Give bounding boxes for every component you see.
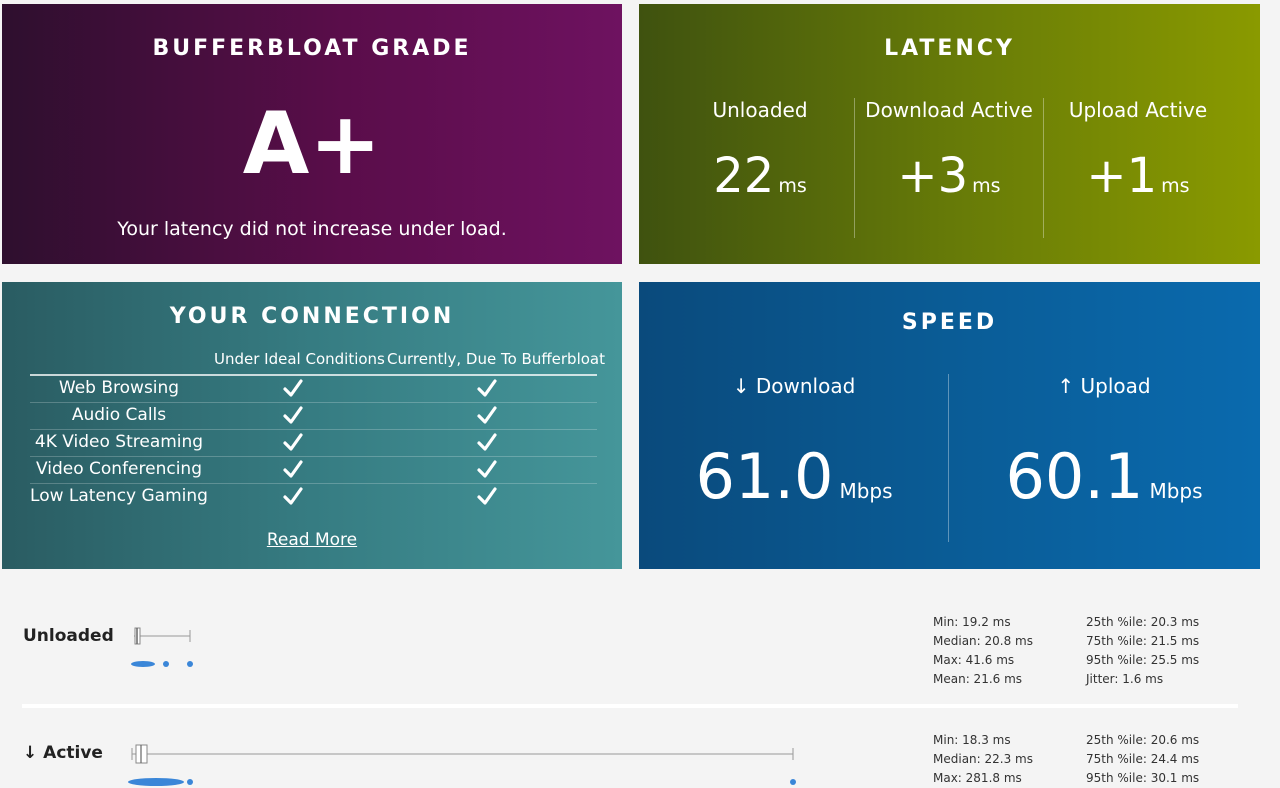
sample-dots	[128, 778, 184, 786]
latency-upload-value: +1	[1086, 148, 1158, 204]
check-icon-current	[477, 460, 497, 478]
download-label: ↓ Download	[732, 374, 856, 398]
unloaded-p95: 95th %ile: 25.5 ms	[1086, 653, 1200, 667]
connection-row: Audio Calls	[30, 403, 597, 430]
check-icon-ideal	[283, 379, 303, 397]
download-value: 61.0	[695, 440, 834, 513]
upload-unit: Mbps	[1149, 479, 1203, 503]
latency-unloaded-value: 22	[713, 148, 775, 204]
unloaded-jitter: Jitter: 1.6 ms	[1086, 672, 1164, 686]
sample-dot	[790, 779, 796, 785]
latency-unloaded-unit: ms	[778, 175, 807, 197]
connection-row-label: Web Browsing	[58, 378, 180, 398]
unloaded-boxplot	[131, 627, 193, 667]
active-down-p25: 25th %ile: 20.6 ms	[1086, 733, 1200, 747]
connection-row-label: 4K Video Streaming	[34, 432, 204, 452]
col-header-ideal: Under Ideal Conditions	[214, 350, 385, 368]
upload-label: ↑ Upload	[1057, 374, 1151, 398]
connection-row: Low Latency Gaming	[30, 484, 597, 511]
speed-title: SPEED	[901, 310, 998, 335]
check-icon-ideal	[283, 406, 303, 424]
unloaded-median: Median: 20.8 ms	[933, 634, 1033, 648]
latency-download-active: Download Active +3 ms	[855, 96, 1043, 242]
check-icon-ideal	[283, 487, 303, 505]
active-down-p75: 75th %ile: 24.4 ms	[1086, 752, 1200, 766]
grade-message: Your latency did not increase under load…	[117, 218, 507, 240]
unloaded-max: Max: 41.6 ms	[933, 653, 1015, 667]
latency-download-label: Download Active	[865, 98, 1033, 122]
check-icon-ideal	[283, 433, 303, 451]
speed-card: SPEED ↓ Download 61.0 Mbps ↑ Upload 60.1 M…	[639, 282, 1260, 569]
latency-unloaded: Unloaded 22 ms	[665, 96, 855, 242]
active-down-p95: 95th %ile: 30.1 ms	[1086, 771, 1200, 785]
connection-row: Web Browsing	[30, 376, 597, 403]
col-header-current: Currently, Due To Bufferbloat	[387, 350, 605, 368]
connection-row: 4K Video Streaming	[30, 430, 597, 457]
connection-card: YOUR CONNECTION Under Ideal Conditions C…	[2, 282, 622, 569]
active-down-median: Median: 22.3 ms	[933, 752, 1033, 766]
unloaded-p75: 75th %ile: 21.5 ms	[1086, 634, 1200, 648]
speed-upload: ↑ Upload 60.1 Mbps	[949, 374, 1259, 526]
active-down-max: Max: 281.8 ms	[933, 771, 1022, 785]
check-icon-current	[477, 487, 497, 505]
connection-row-label: Video Conferencing	[35, 459, 202, 479]
read-more-link[interactable]: Read More	[2, 530, 622, 550]
latency-upload-unit: ms	[1161, 175, 1190, 197]
connection-row-label: Audio Calls	[71, 405, 167, 425]
upload-value: 60.1	[1005, 440, 1144, 513]
grade-title: BUFFERBLOAT GRADE	[152, 36, 472, 61]
grade-letter: A+	[242, 94, 382, 194]
latency-title: LATENCY	[884, 36, 1015, 61]
unloaded-p25: 25th %ile: 20.3 ms	[1086, 615, 1200, 629]
speed-download: ↓ Download 61.0 Mbps	[639, 374, 949, 526]
check-icon-current	[477, 379, 497, 397]
check-icon-current	[477, 433, 497, 451]
latency-upload-label: Upload Active	[1068, 98, 1208, 122]
connection-row-label: Low Latency Gaming	[30, 486, 208, 506]
active-down-min: Min: 18.3 ms	[933, 733, 1011, 747]
sample-dot	[187, 779, 193, 785]
unloaded-mean: Mean: 21.6 ms	[933, 672, 1023, 686]
sample-dot	[187, 661, 193, 667]
stats-separator	[22, 704, 1238, 708]
latency-upload-active: Upload Active +1 ms	[1044, 96, 1232, 242]
active-down-boxplot	[128, 744, 796, 786]
latency-download-value: +3	[897, 148, 969, 204]
latency-download-unit: ms	[972, 175, 1001, 197]
check-icon-ideal	[283, 460, 303, 478]
check-icon-current	[477, 406, 497, 424]
sample-dot	[163, 661, 169, 667]
unloaded-min: Min: 19.2 ms	[933, 615, 1011, 629]
connection-row: Video Conferencing	[30, 457, 597, 484]
latency-unloaded-label: Unloaded	[712, 98, 808, 122]
active-down-row-label: ↓ Active	[23, 743, 103, 763]
sample-dots	[131, 661, 155, 667]
bufferbloat-grade-card: BUFFERBLOAT GRADE A+ Your latency did no…	[2, 4, 622, 264]
latency-card: LATENCY Unloaded 22 ms Download Active +3…	[639, 4, 1260, 264]
connection-title: YOUR CONNECTION	[169, 304, 455, 329]
download-unit: Mbps	[839, 479, 893, 503]
unloaded-row-label: Unloaded	[23, 626, 114, 646]
